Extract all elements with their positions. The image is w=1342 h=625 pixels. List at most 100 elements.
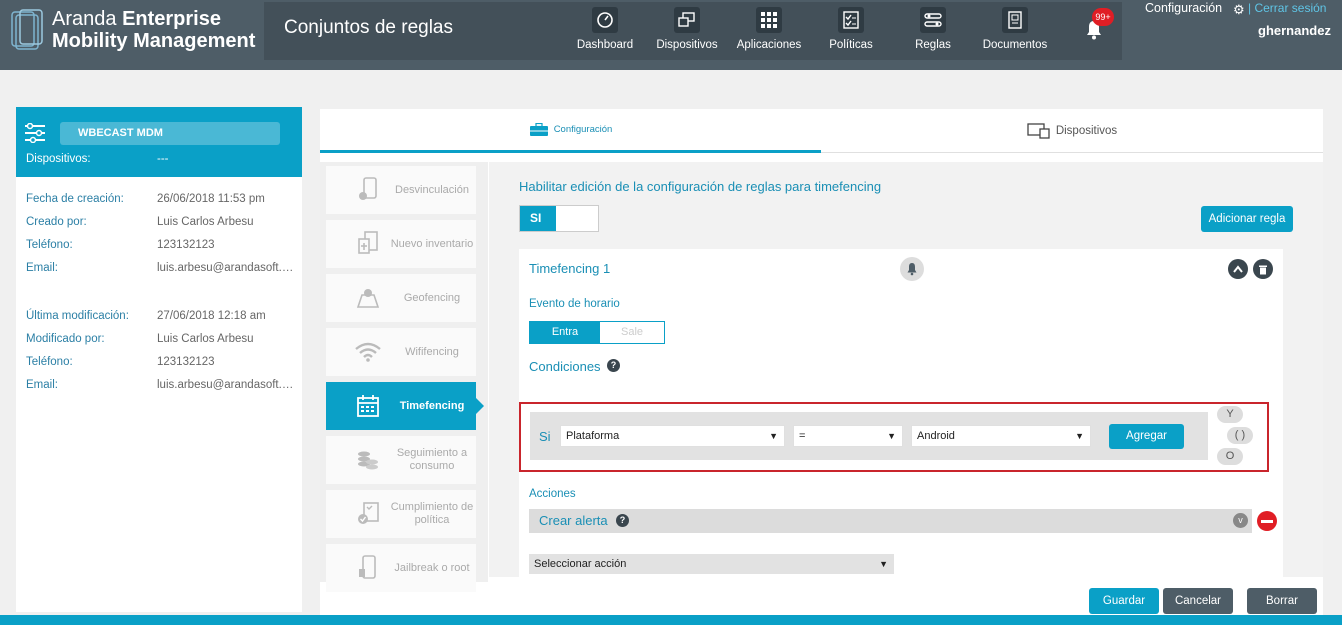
help-icon[interactable]: ? xyxy=(607,359,620,372)
menu-item-wififencing[interactable]: Wififencing xyxy=(326,328,476,376)
documents-icon xyxy=(1002,7,1028,33)
devices-label: Dispositivos: xyxy=(26,153,91,165)
cancel-button[interactable]: Cancelar xyxy=(1163,588,1233,614)
phone-alert-icon xyxy=(348,553,388,583)
event-segmented-control: Entra Sale xyxy=(529,321,665,344)
username: ghernandez xyxy=(1258,23,1331,38)
main-panel: Configuración Dispositivos Desvinculació… xyxy=(320,109,1323,615)
rule-type-menu: Desvinculación Nuevo inventario Geofenci… xyxy=(320,162,488,592)
tab-configuracion[interactable]: Configuración xyxy=(320,109,821,153)
condition-value-select[interactable]: Android ▼ xyxy=(911,425,1091,447)
modified-by-value: Luis Carlos Arbesu xyxy=(157,333,254,345)
event-label: Evento de horario xyxy=(529,298,620,310)
created-email-value: luis.arbesu@arandasoft.com xyxy=(157,262,297,274)
rule-card: Timefencing 1 Evento de horario Entra Sa… xyxy=(519,249,1283,577)
condition-prefix: Si xyxy=(539,429,551,444)
help-icon[interactable]: ? xyxy=(616,514,629,527)
bottom-accent-strip xyxy=(0,615,1342,625)
select-action-dropdown[interactable]: Seleccionar acción ▼ xyxy=(529,554,894,574)
logic-group-button[interactable]: ( ) xyxy=(1227,427,1253,444)
menu-item-timefencing[interactable]: Timefencing xyxy=(326,382,484,430)
inventory-icon xyxy=(348,229,388,259)
created-email-label: Email: xyxy=(26,262,58,274)
event-entra-option[interactable]: Entra xyxy=(530,322,600,343)
menu-item-geofencing[interactable]: Geofencing xyxy=(326,274,476,322)
created-phone-value: 123132123 xyxy=(157,239,215,251)
devices-value: --- xyxy=(157,153,169,165)
chevron-down-icon: ▼ xyxy=(879,559,888,569)
action-title: Crear alerta xyxy=(539,513,608,528)
condition-field-select[interactable]: Plataforma ▼ xyxy=(560,425,785,447)
page-title: Conjuntos de reglas xyxy=(284,17,453,38)
add-condition-button[interactable]: Agregar xyxy=(1109,424,1184,449)
menu-item-nuevo-inventario[interactable]: Nuevo inventario xyxy=(326,220,476,268)
chevron-down-icon: ▼ xyxy=(1075,431,1084,441)
toggle-on-label: SI xyxy=(520,206,556,231)
nav-dashboard[interactable]: Dashboard xyxy=(564,7,646,51)
coins-icon xyxy=(348,445,388,475)
apps-grid-icon xyxy=(756,7,782,33)
dashboard-icon xyxy=(592,7,618,33)
menu-item-jailbreak-root[interactable]: Jailbreak o root xyxy=(326,544,476,592)
alarm-icon[interactable] xyxy=(900,257,924,281)
unlink-phone-icon xyxy=(348,175,388,205)
brand-text: Aranda Enterprise Mobility Management xyxy=(52,8,256,52)
condition-operator-select[interactable]: = ▼ xyxy=(793,425,903,447)
menu-item-seguimiento-consumo[interactable]: Seguimiento a consumo xyxy=(326,436,476,484)
nav-reglas[interactable]: Reglas xyxy=(892,7,974,51)
created-date-label: Fecha de creación: xyxy=(26,193,124,205)
condition-row: Si Plataforma ▼ = ▼ Android ▼ Agregar xyxy=(530,412,1208,460)
brand[interactable]: Aranda Enterprise Mobility Management xyxy=(10,8,255,52)
logout-link[interactable]: | Cerrar sesión xyxy=(1248,1,1326,15)
enable-edit-title: Habilitar edición de la configuración de… xyxy=(519,179,882,194)
policies-icon xyxy=(838,7,864,33)
trash-icon[interactable] xyxy=(1253,259,1273,279)
nav-aplicaciones[interactable]: Aplicaciones xyxy=(728,7,810,51)
notifications-badge: 99+ xyxy=(1092,8,1114,26)
modified-email-value: luis.arbesu@arandasoft.com xyxy=(157,379,297,391)
condition-highlight-box: Si Plataforma ▼ = ▼ Android ▼ Agregar Y … xyxy=(519,402,1269,472)
top-bar: Aranda Enterprise Mobility Management Co… xyxy=(0,0,1342,70)
delete-button[interactable]: Borrar xyxy=(1247,588,1317,614)
modified-phone-label: Teléfono: xyxy=(26,356,73,368)
remove-action-icon[interactable] xyxy=(1257,511,1277,531)
rules-icon xyxy=(920,7,946,33)
rules-set-icon xyxy=(25,123,45,143)
chevron-down-icon: ▼ xyxy=(769,431,778,441)
save-button[interactable]: Guardar xyxy=(1089,588,1159,614)
device-name: WBECAST MDM xyxy=(60,122,280,145)
logic-or-button[interactable]: O xyxy=(1217,448,1243,465)
created-date-value: 26/06/2018 11:53 pm xyxy=(157,193,265,205)
nav-dispositivos[interactable]: Dispositivos xyxy=(646,7,728,51)
brand-logo-icon xyxy=(11,9,43,50)
tab-bar: Configuración Dispositivos xyxy=(320,109,1323,153)
gear-icon[interactable]: ⚙ xyxy=(1233,2,1245,18)
enable-edit-toggle[interactable]: SI xyxy=(519,205,599,232)
rule-title: Timefencing 1 xyxy=(529,261,611,276)
title-panel: Conjuntos de reglas Dashboard Dispositiv… xyxy=(264,2,1122,60)
nav-politicas[interactable]: Políticas xyxy=(810,7,892,51)
nav-documentos[interactable]: Documentos xyxy=(974,7,1056,51)
event-sale-option[interactable]: Sale xyxy=(600,322,664,343)
add-rule-button[interactable]: Adicionar regla xyxy=(1201,206,1293,232)
created-by-label: Creado por: xyxy=(26,216,87,228)
logic-and-button[interactable]: Y xyxy=(1217,406,1243,423)
modified-phone-value: 123132123 xyxy=(157,356,215,368)
config-link[interactable]: Configuración xyxy=(1145,1,1222,15)
map-pin-icon xyxy=(348,283,388,313)
menu-item-desvinculacion[interactable]: Desvinculación xyxy=(326,166,476,214)
tab-dispositivos[interactable]: Dispositivos xyxy=(821,109,1323,153)
menu-item-cumplimiento-politica[interactable]: Cumplimiento de política xyxy=(326,490,476,538)
created-phone-label: Teléfono: xyxy=(26,239,73,251)
briefcase-icon xyxy=(529,122,548,136)
devices-icon xyxy=(1027,123,1050,139)
collapse-up-icon[interactable] xyxy=(1228,259,1248,279)
chevron-down-icon[interactable]: v xyxy=(1233,513,1248,528)
modified-by-label: Modificado por: xyxy=(26,333,105,345)
device-info-panel: WBECAST MDM Dispositivos: --- Fecha de c… xyxy=(16,107,302,612)
calendar-icon xyxy=(348,391,388,421)
modified-date-label: Última modificación: xyxy=(26,310,129,322)
created-by-value: Luis Carlos Arbesu xyxy=(157,216,254,228)
action-accordion-header[interactable]: Crear alerta ? v xyxy=(529,509,1252,533)
main-nav: Dashboard Dispositivos Aplicaciones Polí… xyxy=(564,7,1056,51)
